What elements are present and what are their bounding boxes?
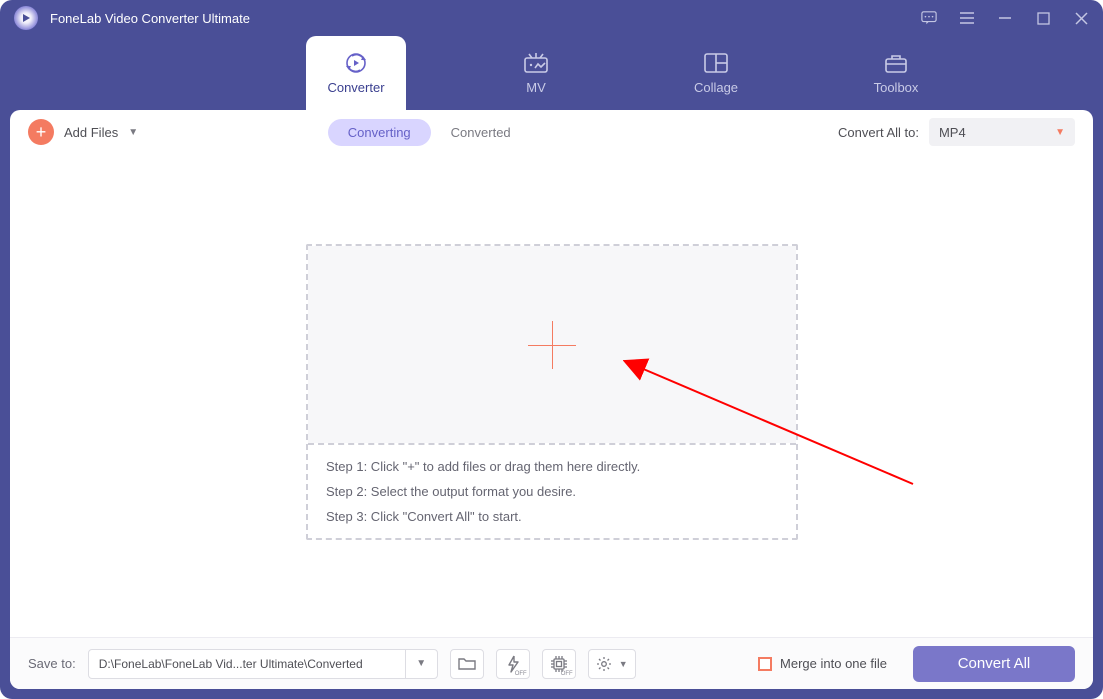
open-folder-button[interactable]	[450, 649, 484, 679]
mv-icon	[523, 52, 549, 74]
gpu-button[interactable]: OFF	[542, 649, 576, 679]
settings-button[interactable]: ▼	[588, 649, 636, 679]
system-icons	[921, 10, 1089, 26]
footer-bar: Save to: D:\FoneLab\FoneLab Vid...ter Ul…	[10, 637, 1093, 689]
tab-mv-label: MV	[526, 80, 546, 95]
off-badge: OFF	[561, 671, 573, 677]
app-logo-icon	[14, 6, 38, 30]
status-pill-tabs: Converting Converted	[328, 119, 531, 146]
selected-format-value: MP4	[939, 125, 966, 140]
chevron-down-icon: ▼	[1055, 127, 1065, 138]
tab-collage[interactable]: Collage	[666, 36, 766, 110]
app-title: FoneLab Video Converter Ultimate	[50, 11, 250, 26]
output-format-select[interactable]: MP4 ▼	[929, 118, 1075, 146]
plus-icon: +	[28, 119, 54, 145]
chevron-down-icon: ▼	[128, 127, 138, 138]
app-window: FoneLab Video Converter Ultimate	[0, 0, 1103, 699]
maximize-icon[interactable]	[1035, 10, 1051, 26]
menu-icon[interactable]	[959, 10, 975, 26]
main-panel: + Add Files ▼ Converting Converted Conve…	[10, 110, 1093, 689]
converter-icon	[343, 52, 369, 74]
off-badge: OFF	[515, 671, 527, 677]
save-path-dropdown[interactable]: ▼	[405, 650, 437, 678]
title-bar: FoneLab Video Converter Ultimate	[0, 0, 1103, 36]
checkbox-icon	[758, 657, 772, 671]
pill-converting[interactable]: Converting	[328, 119, 431, 146]
chevron-down-icon: ▼	[619, 659, 628, 669]
tab-converter-label: Converter	[327, 80, 384, 95]
merge-checkbox[interactable]: Merge into one file	[758, 656, 887, 671]
add-files-button[interactable]: + Add Files ▼	[28, 119, 138, 145]
content-area: Step 1: Click "+" to add files or drag t…	[10, 154, 1093, 637]
drop-zone-add[interactable]	[308, 246, 796, 443]
tab-mv[interactable]: MV	[486, 36, 586, 110]
convert-all-to-label: Convert All to:	[838, 125, 919, 140]
save-path-select[interactable]: D:\FoneLab\FoneLab Vid...ter Ultimate\Co…	[88, 649, 438, 679]
close-icon[interactable]	[1073, 10, 1089, 26]
tab-collage-label: Collage	[694, 80, 738, 95]
convert-all-to-group: Convert All to: MP4 ▼	[838, 118, 1075, 146]
drop-zone-steps: Step 1: Click "+" to add files or drag t…	[308, 443, 796, 538]
main-tabs-row: Converter MV Collage Toolbox	[0, 36, 1103, 110]
add-files-label: Add Files	[64, 125, 118, 140]
convert-all-button[interactable]: Convert All	[913, 646, 1075, 682]
tab-converter[interactable]: Converter	[306, 36, 406, 110]
hardware-accel-button[interactable]: OFF	[496, 649, 530, 679]
step-3-text: Step 3: Click "Convert All" to start.	[326, 509, 778, 524]
pill-converted[interactable]: Converted	[431, 119, 531, 146]
plus-large-icon	[528, 321, 576, 369]
sub-toolbar: + Add Files ▼ Converting Converted Conve…	[10, 110, 1093, 154]
save-to-label: Save to:	[28, 656, 76, 671]
minimize-icon[interactable]	[997, 10, 1013, 26]
save-path-value: D:\FoneLab\FoneLab Vid...ter Ultimate\Co…	[89, 657, 405, 671]
tab-toolbox[interactable]: Toolbox	[846, 36, 946, 110]
drop-zone: Step 1: Click "+" to add files or drag t…	[306, 244, 798, 540]
tab-toolbox-label: Toolbox	[874, 80, 919, 95]
feedback-icon[interactable]	[921, 10, 937, 26]
step-2-text: Step 2: Select the output format you des…	[326, 484, 778, 499]
step-1-text: Step 1: Click "+" to add files or drag t…	[326, 459, 778, 474]
collage-icon	[703, 52, 729, 74]
merge-label: Merge into one file	[780, 656, 887, 671]
toolbox-icon	[883, 52, 909, 74]
